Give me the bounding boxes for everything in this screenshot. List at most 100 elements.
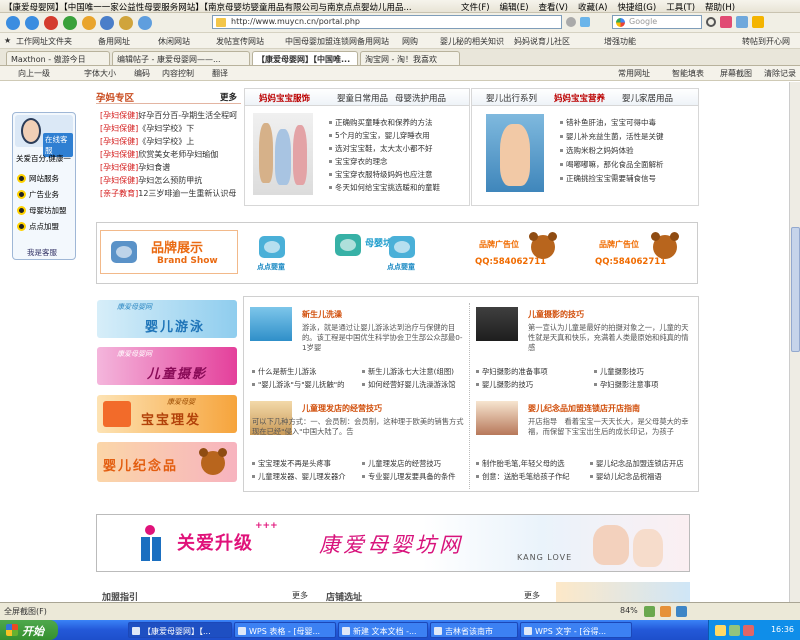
fav-item[interactable]: 网购 [402, 36, 418, 47]
menu-favorites[interactable]: 收藏(A) [573, 0, 612, 14]
tab-nutrition[interactable]: 妈妈宝宝营养 [554, 92, 605, 104]
ad-slot[interactable]: 品牌广告位 QQ:584062711 [475, 231, 557, 275]
tool-font-size[interactable]: 字体大小 [84, 68, 116, 79]
news-link[interactable]: 什么是新生儿游泳 [252, 367, 316, 377]
keepsake-photo[interactable] [476, 401, 518, 435]
section-title[interactable]: 孕妈专区 [96, 90, 134, 104]
tool-screenshot[interactable]: 屏幕截图 [720, 68, 752, 79]
more-link[interactable]: 更多 [292, 590, 308, 601]
list-item[interactable]: 婴儿补充益生菌，活性是关键 [560, 131, 664, 142]
news-link[interactable]: 婴儿摄影的技巧 [476, 380, 533, 390]
tray-icon[interactable] [715, 625, 726, 636]
service-item[interactable]: 母婴坊加盟 [17, 205, 67, 216]
tool-translate[interactable]: 翻译 [212, 68, 228, 79]
news-link[interactable]: 专业婴儿理发要具备的条件 [362, 472, 456, 482]
section-title[interactable]: 店铺选址 [326, 590, 362, 602]
tab-kangai[interactable]: 【康爱母婴网】【中国唯... [252, 51, 358, 65]
undo-icon[interactable] [119, 16, 134, 30]
refresh-icon[interactable] [62, 16, 77, 30]
menu-groups[interactable]: 快捷组(G) [612, 0, 661, 14]
kids-photo[interactable] [253, 113, 313, 195]
news-title[interactable]: 儿童理发店的经营技巧 [302, 403, 382, 414]
tab-maxthon[interactable]: Maxthon - 傲游今日 [6, 51, 110, 65]
news-link[interactable]: 创意：送胎毛笔给孩子作纪 [476, 472, 570, 482]
service-item[interactable]: 网站服务 [17, 173, 59, 184]
news-link[interactable]: 婴幼儿纪念品祝福语 [590, 472, 662, 482]
task-button[interactable]: WPS 文字 - [谷得... [520, 622, 632, 638]
menu-tools[interactable]: 工具(T) [661, 0, 700, 14]
fav-item[interactable]: 发帖宣传网站 [216, 36, 264, 47]
brand-logo[interactable]: 点点婴童 [255, 230, 325, 274]
list-item[interactable]: [亲子教育]12三岁啡逾一生重新认识母 [100, 188, 240, 199]
start-button[interactable]: 开始 [0, 620, 58, 640]
clock[interactable]: 16:36 [771, 625, 794, 634]
tool-clear-history[interactable]: 清除记录 [764, 68, 796, 79]
news-link[interactable]: 如何经营好婴儿洗澡游泳馆 [362, 380, 456, 390]
fav-item[interactable]: 增强功能 [604, 36, 636, 47]
list-item[interactable]: [孕妇保健]孕妇怎么预防甲抗 [100, 175, 240, 186]
list-item[interactable]: [孕妇保健]好孕百分百-孕期生活全程呵 [100, 110, 240, 121]
news-link[interactable]: 儿童摄影技巧 [594, 367, 644, 377]
print-icon[interactable] [736, 16, 748, 28]
news-link[interactable]: 制作胎毛笔,年轻父母的选 [476, 459, 565, 469]
news-link[interactable]: "婴儿游泳"与"婴儿抚触"的 [252, 380, 344, 390]
more-link[interactable]: 更多 [524, 590, 540, 601]
list-item[interactable]: [孕妇保健]欣赏美女老师孕妇瑜伽 [100, 149, 240, 160]
news-link[interactable]: 新生儿游泳七大注意(组图) [362, 367, 454, 377]
list-item[interactable]: 选购米粉之妈妈体验 [560, 145, 634, 156]
search-icon[interactable] [706, 17, 716, 27]
haircut-banner[interactable]: 康爱母婴 宝宝理发 [97, 395, 237, 433]
promo-banner[interactable]: 关爱升级 +++ 康爱母婴坊网 KANG LOVE [96, 514, 690, 572]
search-input[interactable]: Google [612, 15, 702, 29]
list-item[interactable]: 正确购买童睡衣和保养的方法 [329, 117, 433, 128]
list-item[interactable]: [孕妇保健]《孕妇学校》下 [100, 123, 240, 134]
task-button[interactable]: 新建 文本文档 -... [338, 622, 428, 638]
section-title[interactable]: 加盟指引 [102, 590, 138, 602]
fav-item[interactable]: 工作网址文件夹 [16, 36, 72, 47]
edit-icon[interactable] [752, 16, 764, 28]
news-link[interactable]: 孕妇摄影注意事项 [594, 380, 658, 390]
menu-view[interactable]: 查看(V) [534, 0, 573, 14]
tool-up[interactable]: 向上一级 [18, 68, 50, 79]
tab-taobao[interactable]: 淘宝网 - 淘！我喜欢 [360, 51, 460, 65]
tab-care-products[interactable]: 母婴洗护用品 [395, 92, 446, 104]
service-footer[interactable]: 我是客服 [27, 247, 57, 258]
task-button[interactable]: WPS 表格 - [母婴... [234, 622, 336, 638]
fav-item[interactable]: 婴儿秘的相关知识 [440, 36, 504, 47]
news-link[interactable]: 宝宝理发不再是头疼事 [252, 459, 331, 469]
tab-clothing[interactable]: 妈妈宝宝服饰 [259, 92, 310, 104]
fav-item[interactable]: 转帖到开心网 [742, 36, 790, 47]
list-item[interactable]: [孕妇保健]《孕妇学校》上 [100, 136, 240, 147]
fav-item[interactable]: 休闲网站 [158, 36, 190, 47]
fullscreen-screenshot[interactable]: 全屏截图(F) [4, 606, 47, 617]
history-icon[interactable] [138, 16, 153, 30]
brand-logo[interactable]: 点点婴童 [385, 230, 455, 274]
home-icon[interactable] [81, 16, 96, 30]
tray-icon[interactable] [743, 625, 754, 636]
list-item[interactable]: [孕妇保健]孕妇食谱 [100, 162, 240, 173]
tool-autofill[interactable]: 智能填表 [672, 68, 704, 79]
new-window-icon[interactable] [100, 16, 115, 30]
swimming-banner[interactable]: 康爱母婴网 婴儿游泳 [97, 300, 237, 338]
task-button[interactable]: 吉林省该南市 [430, 622, 518, 638]
fav-item[interactable]: 中国母婴加盟连锁网备用网站 [285, 36, 389, 47]
fav-star-icon[interactable]: ★ [4, 36, 11, 45]
status-icon[interactable] [660, 606, 671, 617]
tab-daily-goods[interactable]: 婴童日常用品 [337, 92, 388, 104]
list-item[interactable]: 宝宝穿衣服特级妈妈也应注意 [329, 169, 433, 180]
list-item[interactable]: 喝嘟嘟嘛，那化食品全面解析 [560, 159, 664, 170]
news-link[interactable]: 儿童理发器、婴儿理发器介 [252, 472, 346, 482]
news-link[interactable]: 婴儿纪念品加盟连锁店开店 [590, 459, 684, 469]
list-item[interactable]: 5个月的宝宝，婴儿穿睡衣用 [329, 130, 430, 141]
tab-outing[interactable]: 婴儿出行系列 [486, 92, 537, 104]
menu-file[interactable]: 文件(F) [456, 0, 495, 14]
fav-item[interactable]: 备用网址 [98, 36, 130, 47]
news-link[interactable]: 儿童理发店的经营技巧 [362, 459, 441, 469]
tool-encoding[interactable]: 编码 [134, 68, 150, 79]
list-item[interactable]: 宝宝穿衣的理念 [329, 156, 388, 167]
swimming-photo[interactable] [250, 307, 292, 341]
zoom-level[interactable]: 84% [620, 606, 638, 615]
go-icon[interactable] [580, 17, 590, 27]
forward-icon[interactable] [24, 16, 39, 30]
service-item[interactable]: 点点加盟 [17, 221, 59, 232]
